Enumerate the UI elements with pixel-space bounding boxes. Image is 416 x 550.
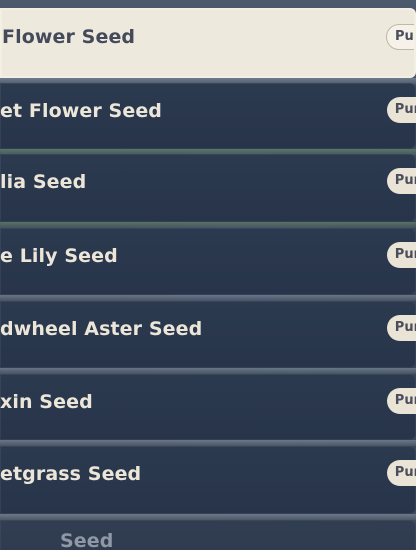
- seed-name: Seed: [60, 530, 114, 550]
- seed-name: lia Seed: [0, 171, 87, 193]
- purchase-button[interactable]: Pur: [386, 168, 416, 194]
- purchase-button[interactable]: Pur: [386, 97, 416, 123]
- seed-list-item[interactable]: etgrass Seed Pur: [0, 446, 416, 514]
- seed-list-item[interactable]: dwheel Aster Seed Pur: [0, 301, 416, 368]
- seed-name: et Flower Seed: [0, 100, 163, 122]
- seed-name: etgrass Seed: [0, 463, 142, 485]
- seed-shop-list: Flower Seed Pu et Flower Seed Pur lia Se…: [0, 0, 416, 550]
- purchase-button[interactable]: Pur: [386, 388, 416, 414]
- seed-list-item[interactable]: e Lily Seed Pur: [0, 228, 416, 295]
- seed-name: xin Seed: [0, 391, 93, 413]
- seed-list-item-selected[interactable]: Flower Seed Pu: [0, 8, 416, 78]
- seed-name: Flower Seed: [2, 26, 136, 48]
- seed-name: dwheel Aster Seed: [0, 318, 203, 340]
- seed-list-item[interactable]: lia Seed Pur: [0, 154, 416, 222]
- purchase-button[interactable]: Pur: [386, 242, 416, 268]
- purchase-button[interactable]: Pur: [386, 460, 416, 486]
- purchase-button[interactable]: Pur: [386, 315, 416, 341]
- seed-list-item[interactable]: et Flower Seed Pur: [0, 83, 416, 149]
- seed-list-item[interactable]: xin Seed Pur: [0, 374, 416, 440]
- seed-name: e Lily Seed: [0, 245, 118, 267]
- purchase-button[interactable]: Pu: [386, 24, 414, 50]
- seed-list-item-partial[interactable]: Seed: [0, 520, 416, 550]
